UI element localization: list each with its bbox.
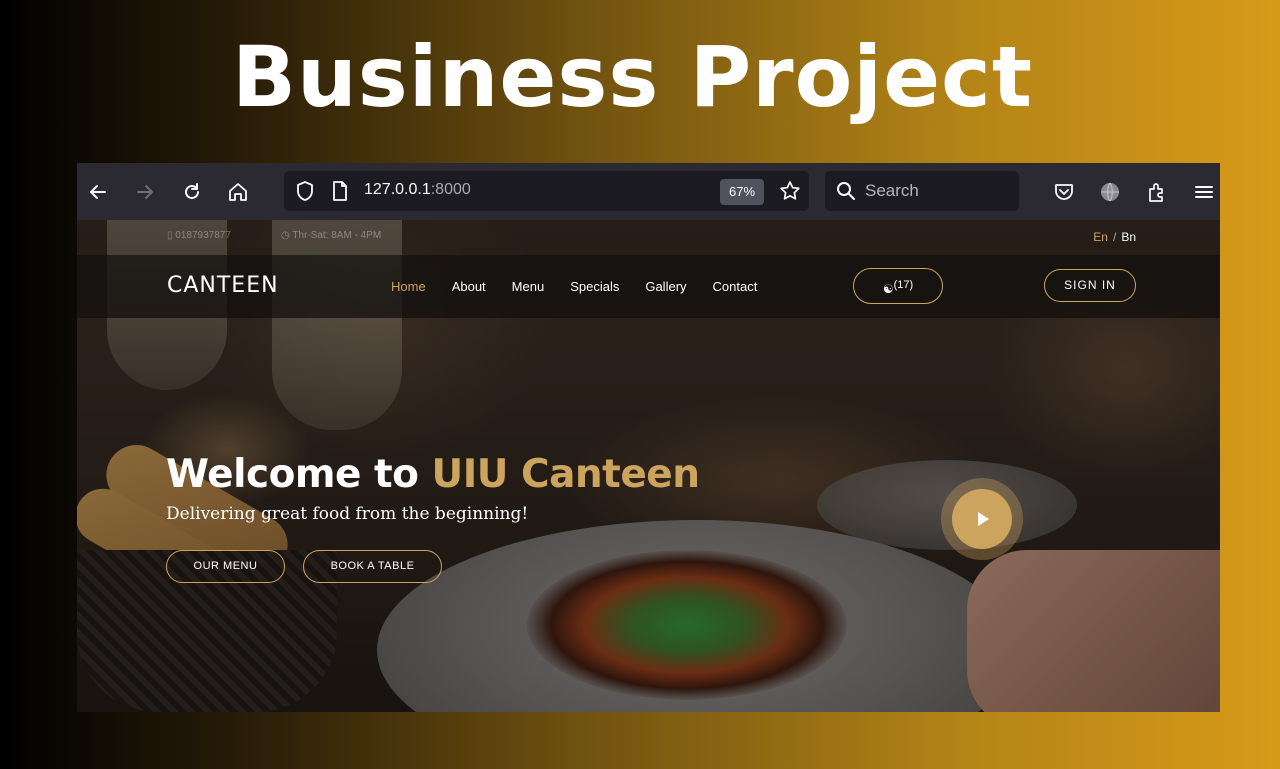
nav-link-contact[interactable]: Contact [713, 279, 758, 294]
sign-in-button[interactable]: SIGN IN [1044, 269, 1136, 302]
lang-en[interactable]: En [1093, 230, 1108, 244]
globe-icon[interactable] [1099, 181, 1121, 203]
hero-title: Welcome to UIU Canteen [166, 452, 700, 497]
hours-info: ◷ Thr-Sat: 8AM - 4PM [281, 230, 382, 241]
nav-link-specials[interactable]: Specials [570, 279, 619, 294]
book-table-button[interactable]: BOOK A TABLE [303, 550, 442, 583]
play-icon [978, 512, 989, 526]
star-icon[interactable] [779, 180, 801, 202]
play-button-circle[interactable] [952, 489, 1012, 549]
page-viewport: ▯ 0187937877 ◷ Thr-Sat: 8AM - 4PM En / Bn … [77, 220, 1220, 712]
site-navbar: CANTEEN Home About Menu Specials Gallery… [77, 255, 1220, 318]
url-host: 127.0.0.1 [364, 181, 431, 198]
cart-button[interactable]: ☯(17) [853, 268, 943, 304]
language-switcher: En / Bn [1093, 230, 1136, 244]
browser-toolbar: 127.0.0.1:8000 67% Search [77, 163, 1220, 220]
page-icon [329, 180, 351, 202]
nav-links: Home About Menu Specials Gallery Contact [391, 279, 783, 294]
search-bar[interactable]: Search [825, 171, 1019, 211]
forward-arrow-icon[interactable] [134, 181, 156, 203]
phone-text: 0187937877 [175, 230, 231, 241]
url-text[interactable]: 127.0.0.1:8000 [364, 181, 471, 199]
site-logo[interactable]: CANTEEN [167, 273, 279, 298]
reload-icon[interactable] [181, 181, 203, 203]
search-placeholder: Search [865, 181, 919, 200]
search-icon [835, 180, 857, 202]
phone-info: ▯ 0187937877 [167, 230, 231, 241]
banner-title: Business Project [231, 28, 1034, 126]
extensions-icon[interactable] [1146, 181, 1168, 203]
nav-link-menu[interactable]: Menu [512, 279, 545, 294]
url-port: :8000 [430, 181, 471, 198]
home-icon[interactable] [227, 181, 249, 203]
nav-link-gallery[interactable]: Gallery [645, 279, 686, 294]
cart-count: (17) [893, 279, 914, 291]
zoom-level[interactable]: 67% [720, 179, 764, 205]
nav-link-about[interactable]: About [452, 279, 486, 294]
lang-separator: / [1112, 230, 1117, 244]
cart-icon: ☯ [882, 282, 894, 296]
browser-window: 127.0.0.1:8000 67% Search ▯ 0187937877 ◷… [77, 163, 1220, 712]
pocket-icon[interactable] [1053, 181, 1075, 203]
hero-title-prefix: Welcome to [166, 452, 432, 497]
url-bar[interactable]: 127.0.0.1:8000 67% [284, 171, 809, 211]
menu-icon[interactable] [1193, 181, 1215, 203]
video-play-button[interactable] [941, 478, 1023, 560]
shield-icon[interactable] [294, 180, 316, 202]
hours-text: Thr-Sat: 8AM - 4PM [292, 230, 382, 241]
lang-bn[interactable]: Bn [1121, 230, 1136, 244]
nav-link-home[interactable]: Home [391, 279, 426, 294]
our-menu-button[interactable]: OUR MENU [166, 550, 285, 583]
hero-subtitle: Delivering great food from the beginning… [166, 504, 529, 524]
hero-title-accent: UIU Canteen [431, 452, 700, 497]
site-topbar: ▯ 0187937877 ◷ Thr-Sat: 8AM - 4PM En / Bn [77, 220, 1220, 255]
back-arrow-icon[interactable] [87, 181, 109, 203]
